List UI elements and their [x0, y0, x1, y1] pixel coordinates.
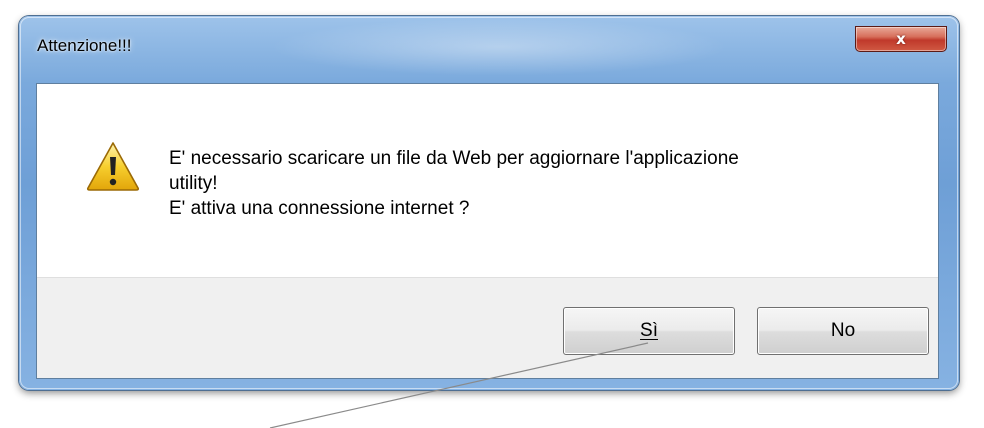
title-bar-sheen: [269, 18, 729, 76]
dialog-title: Attenzione!!!: [37, 36, 132, 55]
warning-icon: [86, 142, 140, 191]
no-button[interactable]: No: [757, 307, 929, 355]
close-button[interactable]: x: [855, 26, 947, 52]
yes-button[interactable]: Sì: [563, 307, 735, 355]
dialog-content: E' necessario scaricare un file da Web p…: [36, 83, 939, 379]
button-bar: Sì No: [37, 277, 938, 378]
yes-button-label: Sì: [640, 320, 658, 341]
dialog-message: E' necessario scaricare un file da Web p…: [169, 146, 899, 221]
dialog-window: Attenzione!!! x E' necessario scaricare …: [19, 16, 959, 390]
message-line: E' necessario scaricare un file da Web p…: [169, 148, 739, 169]
no-button-label: No: [830, 320, 856, 341]
message-line: utility!: [169, 173, 218, 194]
message-line: E' attiva una connessione internet ?: [169, 198, 470, 219]
close-icon: x: [896, 30, 906, 48]
